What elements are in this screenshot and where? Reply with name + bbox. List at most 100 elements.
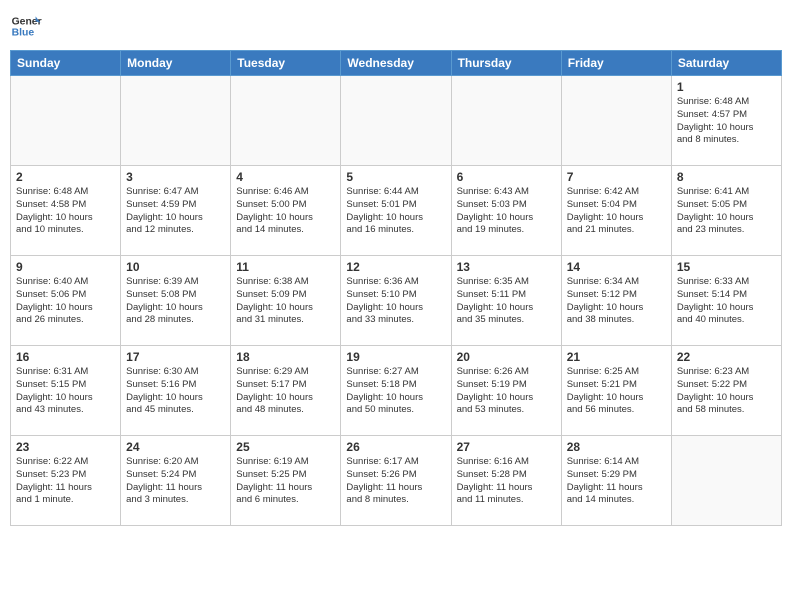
day-info: Sunrise: 6:35 AM Sunset: 5:11 PM Dayligh…: [457, 276, 556, 327]
day-cell-15: 15 Sunrise: 6:33 AM Sunset: 5:14 PM Dayli…: [671, 256, 781, 346]
day-number: 9: [16, 260, 115, 274]
day-cell-18: 18 Sunrise: 6:29 AM Sunset: 5:17 PM Dayli…: [231, 346, 341, 436]
empty-cell: [671, 436, 781, 526]
day-info: Sunrise: 6:20 AM Sunset: 5:24 PM Dayligh…: [126, 456, 225, 507]
day-cell-4: 4 Sunrise: 6:46 AM Sunset: 5:00 PM Daylig…: [231, 166, 341, 256]
day-info: Sunrise: 6:29 AM Sunset: 5:17 PM Dayligh…: [236, 366, 335, 417]
day-number: 11: [236, 260, 335, 274]
day-number: 4: [236, 170, 335, 184]
day-number: 24: [126, 440, 225, 454]
day-number: 18: [236, 350, 335, 364]
day-cell-28: 28 Sunrise: 6:14 AM Sunset: 5:29 PM Dayli…: [561, 436, 671, 526]
day-number: 20: [457, 350, 556, 364]
day-info: Sunrise: 6:48 AM Sunset: 4:57 PM Dayligh…: [677, 96, 776, 147]
day-info: Sunrise: 6:41 AM Sunset: 5:05 PM Dayligh…: [677, 186, 776, 237]
day-info: Sunrise: 6:47 AM Sunset: 4:59 PM Dayligh…: [126, 186, 225, 237]
day-info: Sunrise: 6:40 AM Sunset: 5:06 PM Dayligh…: [16, 276, 115, 327]
day-cell-19: 19 Sunrise: 6:27 AM Sunset: 5:18 PM Dayli…: [341, 346, 451, 436]
day-info: Sunrise: 6:23 AM Sunset: 5:22 PM Dayligh…: [677, 366, 776, 417]
day-info: Sunrise: 6:17 AM Sunset: 5:26 PM Dayligh…: [346, 456, 445, 507]
day-cell-16: 16 Sunrise: 6:31 AM Sunset: 5:15 PM Dayli…: [11, 346, 121, 436]
day-cell-24: 24 Sunrise: 6:20 AM Sunset: 5:24 PM Dayli…: [121, 436, 231, 526]
day-cell-20: 20 Sunrise: 6:26 AM Sunset: 5:19 PM Dayli…: [451, 346, 561, 436]
day-info: Sunrise: 6:39 AM Sunset: 5:08 PM Dayligh…: [126, 276, 225, 327]
day-info: Sunrise: 6:14 AM Sunset: 5:29 PM Dayligh…: [567, 456, 666, 507]
calendar-row-3: 16 Sunrise: 6:31 AM Sunset: 5:15 PM Dayli…: [11, 346, 782, 436]
day-cell-3: 3 Sunrise: 6:47 AM Sunset: 4:59 PM Daylig…: [121, 166, 231, 256]
day-cell-6: 6Sunrise: 6:43 AM Sunset: 5:03 PM Daylig…: [451, 166, 561, 256]
calendar-row-4: 23 Sunrise: 6:22 AM Sunset: 5:23 PM Dayli…: [11, 436, 782, 526]
weekday-header-row: SundayMondayTuesdayWednesdayThursdayFrid…: [11, 51, 782, 76]
weekday-monday: Monday: [121, 51, 231, 76]
day-info: Sunrise: 6:26 AM Sunset: 5:19 PM Dayligh…: [457, 366, 556, 417]
day-cell-8: 8 Sunrise: 6:41 AM Sunset: 5:05 PM Daylig…: [671, 166, 781, 256]
day-number: 28: [567, 440, 666, 454]
day-cell-27: 27Sunrise: 6:16 AM Sunset: 5:28 PM Dayli…: [451, 436, 561, 526]
day-info: Sunrise: 6:46 AM Sunset: 5:00 PM Dayligh…: [236, 186, 335, 237]
day-number: 22: [677, 350, 776, 364]
day-cell-14: 14 Sunrise: 6:34 AM Sunset: 5:12 PM Dayli…: [561, 256, 671, 346]
day-info: Sunrise: 6:22 AM Sunset: 5:23 PM Dayligh…: [16, 456, 115, 507]
day-cell-22: 22 Sunrise: 6:23 AM Sunset: 5:22 PM Dayli…: [671, 346, 781, 436]
day-info: Sunrise: 6:42 AM Sunset: 5:04 PM Dayligh…: [567, 186, 666, 237]
weekday-wednesday: Wednesday: [341, 51, 451, 76]
day-number: 26: [346, 440, 445, 454]
day-info: Sunrise: 6:38 AM Sunset: 5:09 PM Dayligh…: [236, 276, 335, 327]
day-number: 3: [126, 170, 225, 184]
day-cell-25: 25 Sunrise: 6:19 AM Sunset: 5:25 PM Dayli…: [231, 436, 341, 526]
day-number: 10: [126, 260, 225, 274]
day-info: Sunrise: 6:31 AM Sunset: 5:15 PM Dayligh…: [16, 366, 115, 417]
day-number: 15: [677, 260, 776, 274]
day-cell-12: 12 Sunrise: 6:36 AM Sunset: 5:10 PM Dayli…: [341, 256, 451, 346]
day-number: 8: [677, 170, 776, 184]
day-number: 14: [567, 260, 666, 274]
day-number: 23: [16, 440, 115, 454]
day-cell-9: 9 Sunrise: 6:40 AM Sunset: 5:06 PM Daylig…: [11, 256, 121, 346]
logo: General Blue: [10, 10, 42, 42]
empty-cell: [231, 76, 341, 166]
day-number: 7: [567, 170, 666, 184]
day-info: Sunrise: 6:33 AM Sunset: 5:14 PM Dayligh…: [677, 276, 776, 327]
empty-cell: [451, 76, 561, 166]
svg-text:General: General: [12, 16, 42, 27]
day-number: 12: [346, 260, 445, 274]
weekday-tuesday: Tuesday: [231, 51, 341, 76]
day-cell-23: 23 Sunrise: 6:22 AM Sunset: 5:23 PM Dayli…: [11, 436, 121, 526]
empty-cell: [11, 76, 121, 166]
day-number: 21: [567, 350, 666, 364]
weekday-sunday: Sunday: [11, 51, 121, 76]
day-info: Sunrise: 6:48 AM Sunset: 4:58 PM Dayligh…: [16, 186, 115, 237]
day-number: 25: [236, 440, 335, 454]
calendar-row-1: 2 Sunrise: 6:48 AM Sunset: 4:58 PM Daylig…: [11, 166, 782, 256]
day-info: Sunrise: 6:30 AM Sunset: 5:16 PM Dayligh…: [126, 366, 225, 417]
empty-cell: [121, 76, 231, 166]
day-cell-26: 26 Sunrise: 6:17 AM Sunset: 5:26 PM Dayli…: [341, 436, 451, 526]
day-cell-1: 1Sunrise: 6:48 AM Sunset: 4:57 PM Daylig…: [671, 76, 781, 166]
svg-text:Blue: Blue: [12, 28, 35, 39]
day-cell-5: 5Sunrise: 6:44 AM Sunset: 5:01 PM Daylig…: [341, 166, 451, 256]
day-info: Sunrise: 6:19 AM Sunset: 5:25 PM Dayligh…: [236, 456, 335, 507]
day-info: Sunrise: 6:36 AM Sunset: 5:10 PM Dayligh…: [346, 276, 445, 327]
weekday-saturday: Saturday: [671, 51, 781, 76]
day-cell-17: 17 Sunrise: 6:30 AM Sunset: 5:16 PM Dayli…: [121, 346, 231, 436]
calendar-row-0: 1Sunrise: 6:48 AM Sunset: 4:57 PM Daylig…: [11, 76, 782, 166]
day-cell-10: 10 Sunrise: 6:39 AM Sunset: 5:08 PM Dayli…: [121, 256, 231, 346]
weekday-thursday: Thursday: [451, 51, 561, 76]
day-info: Sunrise: 6:25 AM Sunset: 5:21 PM Dayligh…: [567, 366, 666, 417]
day-cell-21: 21 Sunrise: 6:25 AM Sunset: 5:21 PM Dayli…: [561, 346, 671, 436]
day-number: 19: [346, 350, 445, 364]
day-info: Sunrise: 6:34 AM Sunset: 5:12 PM Dayligh…: [567, 276, 666, 327]
day-number: 27: [457, 440, 556, 454]
day-number: 17: [126, 350, 225, 364]
logo-icon: General Blue: [10, 10, 42, 42]
calendar-table: SundayMondayTuesdayWednesdayThursdayFrid…: [10, 50, 782, 526]
day-number: 2: [16, 170, 115, 184]
day-info: Sunrise: 6:27 AM Sunset: 5:18 PM Dayligh…: [346, 366, 445, 417]
day-number: 16: [16, 350, 115, 364]
page: General Blue SundayMondayTuesdayWednesda…: [0, 0, 792, 612]
day-cell-2: 2 Sunrise: 6:48 AM Sunset: 4:58 PM Daylig…: [11, 166, 121, 256]
weekday-friday: Friday: [561, 51, 671, 76]
day-cell-7: 7 Sunrise: 6:42 AM Sunset: 5:04 PM Daylig…: [561, 166, 671, 256]
day-info: Sunrise: 6:44 AM Sunset: 5:01 PM Dayligh…: [346, 186, 445, 237]
empty-cell: [341, 76, 451, 166]
